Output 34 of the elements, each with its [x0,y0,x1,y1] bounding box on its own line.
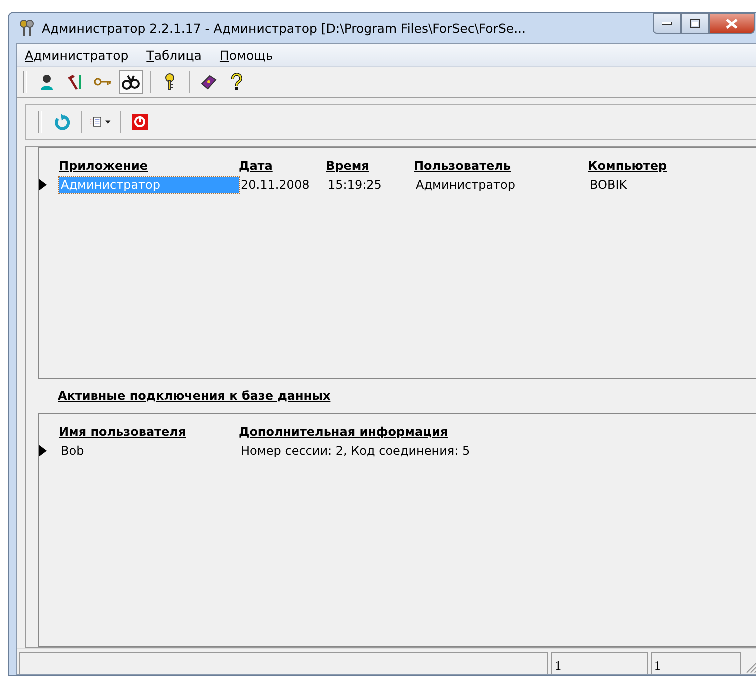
table-cell-text: 20.11.2008 [240,176,311,192]
power-icon [131,113,149,131]
table-cell-text: Bob [60,442,86,458]
table-cell-text: Администратор [415,176,517,192]
refresh-icon [53,113,71,131]
close-button[interactable] [709,13,755,34]
tools-icon [66,73,84,91]
status-panel: 1 [550,652,648,674]
minimize-button[interactable] [653,13,681,34]
maximize-icon [690,19,700,28]
user-icon [38,73,56,91]
column-header[interactable]: Дополнительная информация [239,424,756,438]
close-icon [726,18,738,28]
toolbar-button[interactable] [119,70,143,94]
table-cell-text: BOBIK [589,176,628,192]
minimize-icon [662,22,672,26]
column-header[interactable]: Дата [239,158,326,172]
table-cell-text: 15:19:25 [327,176,383,192]
table-cell-text: Номер сессии: 2, Код соединения: 5 [240,442,472,458]
column-header[interactable]: Компьютер [588,158,756,172]
section-title: Активные подключения к базе данных [58,389,331,403]
window-title: Администратор 2.2.1.17 - Администратор [D:\Program Files\ForSec\ForSe... [42,20,526,36]
menu-item[interactable]: Администратор [25,48,129,62]
column-header[interactable]: Приложение [59,158,239,172]
table-cell: Администратор [59,176,239,192]
column-header[interactable]: Имя пользователя [59,424,239,438]
maximize-button[interactable] [681,13,709,34]
menu-item[interactable]: Таблица [146,48,202,62]
binoculars-icon [122,73,140,91]
column-header[interactable]: Пользователь [414,158,588,172]
keys-icon [18,19,36,37]
column-header[interactable]: Время [326,158,414,172]
status-panel: 1 [650,652,742,674]
menu-item[interactable]: Помощь [220,48,274,62]
